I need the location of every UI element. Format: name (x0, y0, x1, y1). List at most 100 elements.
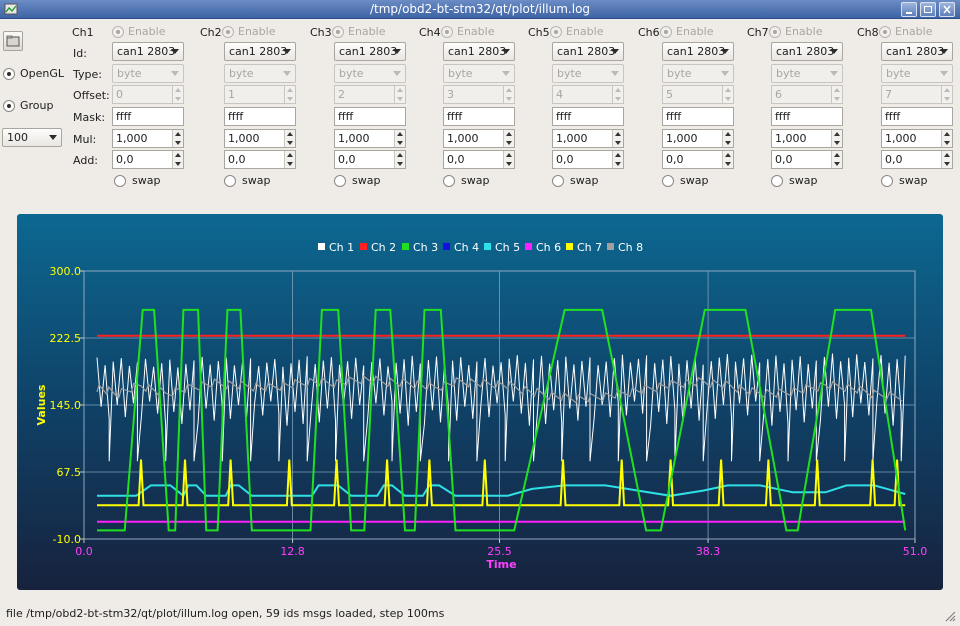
id-select[interactable]: can1 2803 (443, 42, 515, 61)
spin-arrows-icon[interactable] (831, 151, 842, 168)
swap-radio[interactable] (114, 174, 126, 187)
id-select[interactable]: can1 2803 (881, 42, 953, 61)
maximize-button[interactable] (920, 2, 936, 17)
id-select[interactable]: can1 2803 (552, 42, 624, 61)
spin-arrows-icon[interactable] (503, 151, 514, 168)
swap-radio[interactable] (771, 174, 783, 187)
legend-swatch (484, 243, 491, 250)
spin-arrows-icon[interactable] (612, 130, 623, 147)
step-select[interactable]: 100 (2, 128, 62, 147)
mul-spinbox[interactable]: 1,000 (112, 129, 184, 148)
legend-entry: Ch 5 (495, 241, 520, 254)
add-spinbox[interactable]: 0,0 (771, 150, 843, 169)
spin-arrows-icon[interactable] (394, 130, 405, 147)
spin-arrows-icon[interactable] (394, 151, 405, 168)
swap-option[interactable]: swap (662, 174, 708, 187)
spin-arrows-icon[interactable] (722, 130, 733, 147)
id-select[interactable]: can1 2803 (662, 42, 734, 61)
spin-arrows-icon[interactable] (284, 130, 295, 147)
opengl-label: OpenGL (20, 67, 65, 80)
group-option[interactable]: Group (3, 99, 54, 112)
minimize-button[interactable] (901, 2, 917, 17)
swap-option[interactable]: swap (881, 174, 927, 187)
mask-input[interactable]: ffff (224, 107, 296, 126)
swap-radio[interactable] (552, 174, 564, 187)
add-spinbox[interactable]: 0,0 (662, 150, 734, 169)
legend-entry: Ch 7 (577, 241, 602, 254)
mul-spinbox[interactable]: 1,000 (552, 129, 624, 148)
enable-label: Enable (676, 25, 714, 38)
mul-spinbox[interactable]: 1,000 (334, 129, 406, 148)
offset-value: 2 (338, 88, 345, 101)
id-select[interactable]: can1 2803 (334, 42, 406, 61)
mask-input[interactable]: ffff (771, 107, 843, 126)
close-button[interactable] (939, 2, 955, 17)
swap-option[interactable]: swap (114, 174, 160, 187)
mul-spinbox[interactable]: 1,000 (224, 129, 296, 148)
mask-input[interactable]: ffff (662, 107, 734, 126)
resize-grip-icon[interactable] (944, 610, 956, 622)
opengl-radio[interactable] (3, 67, 15, 80)
swap-radio[interactable] (662, 174, 674, 187)
mul-spinbox[interactable]: 1,000 (881, 129, 953, 148)
spin-arrows-icon[interactable] (503, 130, 514, 147)
channel-4-column: Ch4 Enable can1 2803 byte 3 ffff 1,000 0,0 swap (419, 20, 527, 192)
window-titlebar[interactable]: /tmp/obd2-bt-stm32/qt/plot/illum.log (0, 0, 960, 19)
swap-option[interactable]: swap (443, 174, 489, 187)
add-spinbox[interactable]: 0,0 (334, 150, 406, 169)
add-spinbox[interactable]: 0,0 (881, 150, 953, 169)
group-radio[interactable] (3, 99, 15, 112)
channel-name: Ch2 (200, 26, 222, 39)
id-select[interactable]: can1 2803 (771, 42, 843, 61)
mul-spinbox[interactable]: 1,000 (771, 129, 843, 148)
window-title: /tmp/obd2-bt-stm32/qt/plot/illum.log (369, 2, 591, 16)
enable-radio (879, 25, 891, 38)
open-file-button[interactable] (3, 31, 23, 51)
enable-label: Enable (348, 25, 386, 38)
swap-radio[interactable] (881, 174, 893, 187)
spin-arrows-icon (172, 86, 183, 103)
opengl-option[interactable]: OpenGL (3, 67, 64, 80)
add-value: 0,0 (116, 153, 134, 166)
swap-option[interactable]: swap (224, 174, 270, 187)
spin-arrows-icon[interactable] (284, 151, 295, 168)
mul-spinbox[interactable]: 1,000 (662, 129, 734, 148)
mask-input[interactable]: ffff (552, 107, 624, 126)
spin-arrows-icon[interactable] (612, 151, 623, 168)
add-spinbox[interactable]: 0,0 (112, 150, 184, 169)
x-tick-label: 12.8 (280, 545, 305, 558)
channel-name: Ch7 (747, 26, 769, 39)
add-spinbox[interactable]: 0,0 (443, 150, 515, 169)
swap-radio[interactable] (224, 174, 236, 187)
channel-7-column: Ch7 Enable can1 2803 byte 6 ffff 1,000 0,0 swap (747, 20, 855, 192)
spin-arrows-icon[interactable] (172, 151, 183, 168)
mask-input[interactable]: ffff (334, 107, 406, 126)
id-select[interactable]: can1 2803 (112, 42, 184, 61)
legend-entry: Ch 3 (413, 241, 438, 254)
spin-arrows-icon[interactable] (722, 151, 733, 168)
mask-input[interactable]: ffff (112, 107, 184, 126)
plot-area[interactable]: 0.0 12.8 25.5 38.3 51.0 -10.0 67.5 145.0 222.5 30… (17, 214, 943, 590)
swap-radio[interactable] (334, 174, 346, 187)
spin-arrows-icon[interactable] (831, 130, 842, 147)
spin-arrows-icon (831, 86, 842, 103)
spin-arrows-icon[interactable] (941, 151, 952, 168)
swap-option[interactable]: swap (771, 174, 817, 187)
swap-option[interactable]: swap (552, 174, 598, 187)
add-spinbox[interactable]: 0,0 (552, 150, 624, 169)
mask-input[interactable]: ffff (443, 107, 515, 126)
type-select: byte (552, 64, 624, 83)
id-value: can1 2803 (339, 45, 398, 58)
legend-entry: Ch 1 (329, 241, 354, 254)
id-select[interactable]: can1 2803 (224, 42, 296, 61)
spin-arrows-icon (941, 86, 952, 103)
add-spinbox[interactable]: 0,0 (224, 150, 296, 169)
mask-input[interactable]: ffff (881, 107, 953, 126)
spin-arrows-icon[interactable] (941, 130, 952, 147)
chevron-down-icon (611, 49, 619, 54)
swap-option[interactable]: swap (334, 174, 380, 187)
mul-spinbox[interactable]: 1,000 (443, 129, 515, 148)
swap-radio[interactable] (443, 174, 455, 187)
spin-arrows-icon[interactable] (172, 130, 183, 147)
offset-value: 5 (666, 88, 673, 101)
